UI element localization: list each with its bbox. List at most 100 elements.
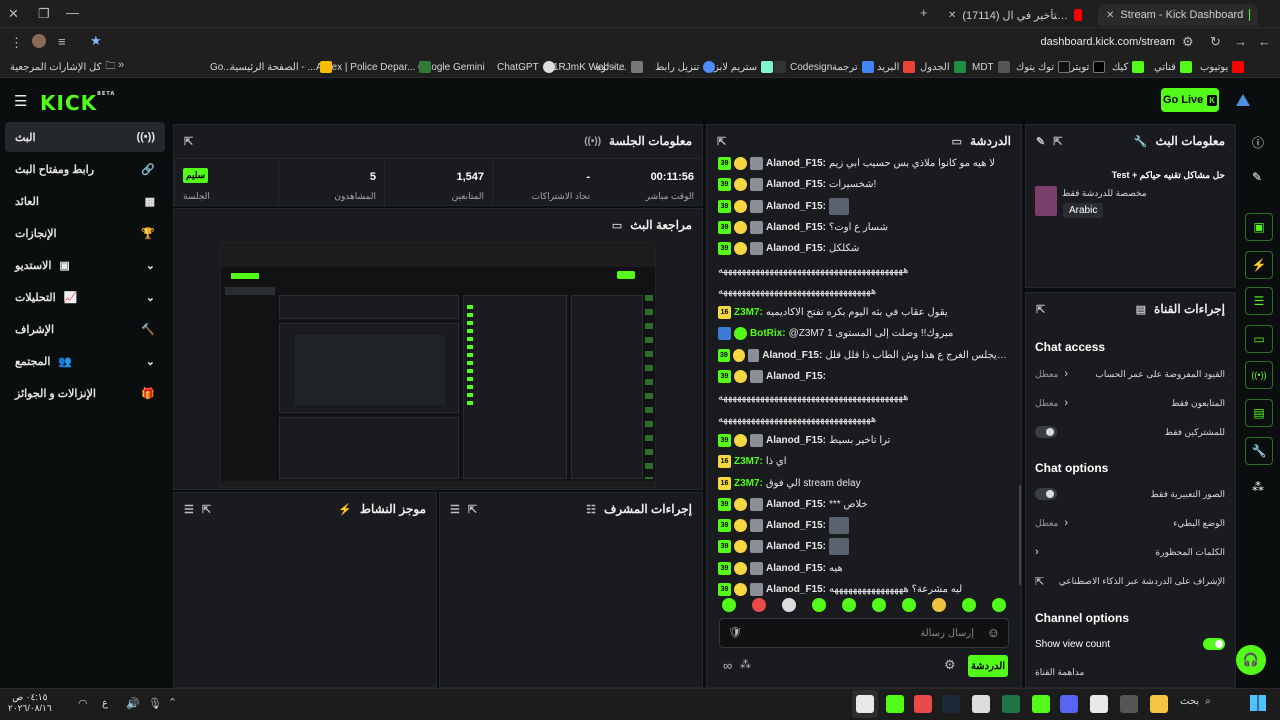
microphone-icon[interactable]: 🎙 [148, 697, 162, 710]
chat-message[interactable]: 16 Z3M7: اي ذا [718, 452, 1008, 471]
popout-icon[interactable]: ⇱ [468, 503, 477, 516]
chat-username[interactable]: Alanod_F15: [766, 158, 826, 169]
emote-icon[interactable] [782, 598, 796, 612]
app-icon[interactable] [1032, 695, 1050, 713]
popout-icon[interactable]: ⇱ [1036, 303, 1045, 316]
chat-message[interactable]: BotRix: @Z3M7 مبروك!! وصلت إلى المستوى 1 [718, 324, 1008, 343]
chat-username[interactable]: Alanod_F15: [766, 201, 826, 212]
kick-logo[interactable]: KICKBETA [40, 91, 115, 115]
filter-icon[interactable]: ☰ [184, 503, 194, 516]
rail-button-chat[interactable]: ▭ [1245, 325, 1273, 353]
tab-kick-dashboard[interactable]: ✕ Stream - Kick Dashboard [1098, 4, 1258, 26]
chat-image-thumbnail[interactable] [829, 538, 850, 556]
url-text[interactable]: dashboard.kick.com/stream [1000, 36, 1176, 48]
language-indicator[interactable]: ع [102, 698, 108, 709]
kick-app-icon[interactable] [886, 695, 904, 713]
emote-icon[interactable] [812, 598, 826, 612]
info-icon[interactable]: ⓘ [1252, 134, 1264, 151]
chat-username[interactable]: Alanod_F15: [766, 541, 826, 552]
bookmark-item[interactable]: يوتيوب [1200, 60, 1245, 74]
menu-dots-icon[interactable]: ⋮ [10, 35, 23, 51]
chat-message[interactable]: 39 Alanod_F15: اما عاد يجلس الغرج ع هذا وش… [718, 346, 1008, 365]
close-tab-icon[interactable]: ✕ [1106, 10, 1114, 21]
minimize-icon[interactable]: — [66, 5, 79, 20]
infinity-icon[interactable]: ∞ [723, 658, 732, 673]
emote-icon[interactable] [842, 598, 856, 612]
bookmark-item[interactable]: Codesign [774, 60, 832, 74]
category-name[interactable]: مخصصة للدردشة فقط [1062, 188, 1147, 199]
chat-username[interactable]: Alanod_F15: [766, 243, 826, 254]
more-apps-icon[interactable]: ⁂ [1252, 480, 1264, 494]
close-window-icon[interactable]: ✕ [8, 6, 19, 22]
show-view-count-toggle[interactable] [1203, 638, 1225, 650]
chat-settings-gear-icon[interactable]: ⚙ [944, 657, 956, 673]
chat-message[interactable]: 39 Alanod_F15: لا هيه مو كانوا ملاذي بس حس… [718, 154, 1008, 173]
all-bookmarks-folder[interactable]: كل الإشارات المرجعية 🗀 [10, 60, 115, 74]
filter-icon[interactable]: ☰ [450, 503, 460, 516]
media-app-icon[interactable] [972, 695, 990, 713]
chat-image-thumbnail[interactable] [829, 197, 850, 215]
forward-icon[interactable]: → [1234, 34, 1247, 49]
tab-video[interactable]: ✕ (17114) حل مشكلة التأخير في ال... [940, 4, 1090, 26]
rail-button-channel[interactable]: ▤ [1245, 399, 1273, 427]
chat-message[interactable]: 39 Alanod_F15: شسار ع اوت؟ [718, 218, 1008, 237]
chat-username[interactable]: Alanod_F15: [766, 179, 826, 190]
chat-message[interactable]: 39 Alanod_F15: هيه [718, 559, 1008, 578]
bookmark-item[interactable]: MDT [972, 60, 1010, 74]
bookmark-item[interactable]: كيك [1112, 60, 1145, 74]
chat-input-box[interactable]: 🛡 إرسال رسالة ☺ [719, 618, 1009, 648]
bookmark-item[interactable]: Aurex | Police Depar... [316, 60, 432, 74]
taskbar-search[interactable]: بحث ⌕ [1180, 696, 1211, 707]
chat-username[interactable]: Alanod_F15: [766, 499, 826, 510]
chat-message[interactable]: هههههههههههههههههههههههههههههههههه [718, 410, 1008, 429]
nav-item-stream-key[interactable]: 🔗 رابط ومفتاح البث [5, 154, 165, 184]
bookmark-item[interactable]: Go... [210, 60, 232, 74]
edit-icon[interactable]: ✎ [1252, 170, 1262, 184]
discord-icon[interactable] [1060, 695, 1078, 713]
nav-item-stream[interactable]: ((•)) البث [5, 122, 165, 152]
emote-icon[interactable] [992, 598, 1006, 612]
nav-item-moderation[interactable]: 🔨 الإشراف [5, 314, 165, 344]
emote-icon[interactable] [872, 598, 886, 612]
chat-username[interactable]: Alanod_F15: [766, 520, 826, 531]
chat-username[interactable]: Z3M7: [734, 307, 763, 318]
setting-row[interactable]: معطل › القيود المفروضة على عمر الحساب [1035, 364, 1225, 384]
more-bookmarks-icon[interactable]: » [118, 59, 124, 71]
nav-item-community[interactable]: ⌄ 👥 المجتمع [5, 346, 165, 376]
maximize-icon[interactable]: ❐ [38, 6, 50, 22]
bookmark-item[interactable]: البريد [877, 60, 916, 74]
chat-message[interactable]: 39 Alanod_F15: ترا تأخير بسيط [718, 431, 1008, 450]
bookmark-item[interactable]: ترجمة [832, 60, 874, 74]
show-view-count-row[interactable]: Show view count [1035, 634, 1225, 654]
go-live-button[interactable]: Go Live K [1161, 88, 1219, 112]
chat-message[interactable]: 39 Alanod_F15: [718, 367, 1008, 386]
tray-chevron-icon[interactable]: ⌃ [168, 696, 177, 709]
close-tab-icon[interactable]: ✕ [948, 10, 956, 21]
chat-message[interactable]: 39 Alanod_F15: شكلكل [718, 239, 1008, 258]
send-chat-button[interactable]: الدردشة [968, 655, 1008, 677]
bookmark-item[interactable]: قناتي [1154, 60, 1192, 74]
edit-pencil-icon[interactable]: ✎ [1036, 135, 1045, 148]
bookmark-item[interactable]: ChatGPT [497, 60, 555, 74]
app-triangle-icon[interactable] [1236, 94, 1250, 106]
bookmark-item[interactable]: تنزيل رابط [655, 60, 716, 74]
wifi-icon[interactable]: ◠ [78, 697, 88, 710]
chat-message[interactable]: 39 Alanod_F15: [718, 516, 1008, 535]
reload-icon[interactable]: ↻ [1210, 34, 1221, 50]
hamburger-menu-icon[interactable]: ☰ [14, 92, 27, 110]
emote-icon[interactable] [932, 598, 946, 612]
nav-item-drops[interactable]: 🎁 الإنزالات و الجوائز [5, 378, 165, 408]
nav-item-achievements[interactable]: 🏆 الإنجازات [5, 218, 165, 248]
chat-message[interactable]: هههههههههههههههههههههههههههههههههههههههه… [718, 388, 1008, 407]
bookmark-item[interactable]: ستريم لابز [714, 60, 774, 74]
nav-item-revenue[interactable]: ▦ العائد [5, 186, 165, 216]
stream-preview-video[interactable] [220, 242, 656, 488]
chat-username[interactable]: Z3M7: [734, 478, 763, 489]
windows-start-icon[interactable] [1250, 695, 1266, 711]
file-explorer-icon[interactable] [1150, 695, 1168, 713]
chat-username[interactable]: Alanod_F15: [766, 222, 826, 233]
chat-username[interactable]: Alanod_F15: [766, 584, 826, 595]
store-icon[interactable] [1120, 695, 1138, 713]
chat-username[interactable]: Alanod_F15: [766, 563, 826, 574]
chat-message[interactable]: 39 Alanod_F15: شخسيرات! [718, 175, 1008, 194]
